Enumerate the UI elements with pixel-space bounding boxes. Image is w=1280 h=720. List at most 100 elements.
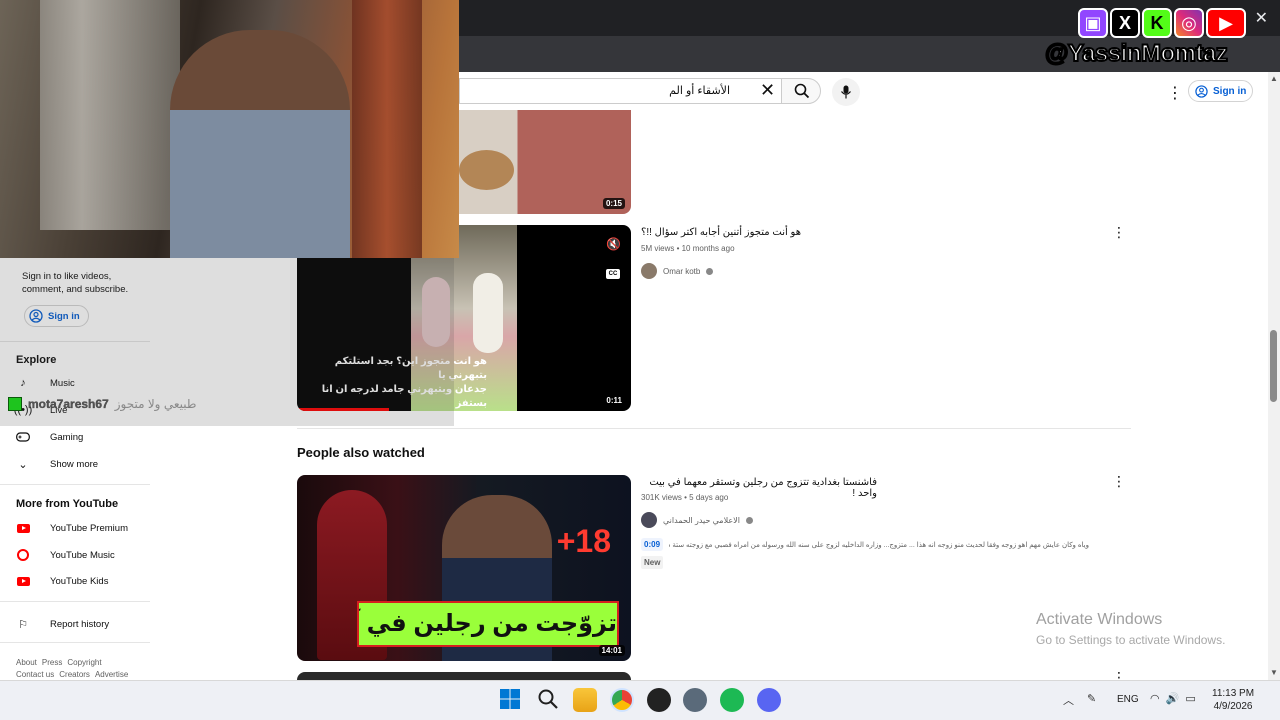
scroll-down-icon[interactable]: ▼ — [1270, 668, 1278, 677]
twitch-icon: ▣ — [1078, 8, 1108, 38]
windows-start-icon[interactable] — [499, 688, 523, 712]
tray-status[interactable]: ◠ 🔊 ▭ — [1150, 692, 1196, 705]
search-icon[interactable] — [537, 688, 561, 712]
flag-icon: ⚐ — [18, 618, 28, 631]
chapter-snippet-row[interactable]: 0:09 وياه وكان عايش مهم اهو زوجه وفقا لح… — [641, 538, 1089, 551]
sidebar-item-show-more[interactable]: ⌄ Show more — [16, 457, 98, 471]
chrome-icon[interactable] — [610, 688, 634, 712]
clear-search-icon[interactable]: ✕ — [760, 80, 775, 101]
settings-gear-icon[interactable] — [683, 688, 707, 712]
webcam-curtain-background — [352, 0, 422, 258]
video-snippet: وياه وكان عايش مهم اهو زوجه وفقا لحديث م… — [669, 541, 1090, 549]
search-button[interactable] — [781, 78, 821, 104]
youtube-music-icon — [16, 548, 30, 562]
system-clock[interactable]: 11:13 PM 4/9/2026 — [1212, 687, 1254, 713]
footer-link-about[interactable]: About — [16, 658, 37, 667]
wifi-icon: ◠ — [1150, 693, 1160, 705]
file-explorer-icon[interactable] — [573, 688, 597, 712]
kick-icon: K — [1142, 8, 1172, 38]
close-icon[interactable]: ✕ — [1255, 8, 1268, 28]
pen-input-icon[interactable]: ✎ — [1087, 692, 1096, 705]
x-icon: X — [1110, 8, 1140, 38]
video-duration: 14:01 — [598, 645, 625, 656]
more-heading: More from YouTube — [16, 498, 119, 510]
video-duration: 0:11 — [603, 395, 625, 406]
spotify-icon[interactable] — [720, 688, 744, 712]
sidebar-item-label: YouTube Music — [50, 549, 115, 561]
chat-text: طبيعي ولا متجوز — [114, 397, 197, 411]
channel-row[interactable]: الاعلامي حيدر الحمداني — [641, 512, 753, 528]
sidebar-item-youtube-music[interactable]: YouTube Music — [16, 548, 115, 562]
obs-icon[interactable] — [647, 688, 671, 712]
sidebar-item-youtube-kids[interactable]: YouTube Kids — [16, 574, 108, 588]
search-query-text: الأشقاء أو الم — [669, 85, 730, 97]
settings-menu-icon[interactable]: ⋮ — [1167, 83, 1183, 103]
signin-label: Sign in — [1213, 85, 1247, 97]
instagram-icon: ◎ — [1174, 8, 1204, 38]
sidebar-divider — [0, 642, 150, 643]
search-icon — [794, 83, 810, 99]
video-duration: 0:15 — [602, 198, 625, 209]
clock-time: 11:13 PM — [1212, 688, 1255, 699]
sidebar-divider — [0, 484, 150, 485]
social-icons: ▣ X K ◎ ▶ — [1078, 8, 1246, 38]
video-thumbnail[interactable]: +18 تزوّجت من رجلين في آنٍ واحد 14:01 — [297, 475, 631, 661]
microphone-icon — [841, 85, 851, 99]
volume-icon: 🔊 — [1165, 693, 1180, 705]
sidebar-item-youtube-premium[interactable]: YouTube Premium — [16, 521, 128, 535]
webcam-window-background — [40, 0, 180, 230]
footer-link-press[interactable]: Press — [42, 658, 62, 667]
streamer-figure — [170, 30, 350, 258]
channel-name[interactable]: الاعلامي حيدر الحمداني — [663, 516, 740, 525]
timestamp-chip[interactable]: 0:09 — [641, 538, 664, 551]
muted-icon[interactable]: 🔇 — [606, 237, 621, 251]
signin-button[interactable]: Sign in — [1188, 80, 1254, 102]
thumbnail-tag: +18 — [556, 523, 611, 559]
verified-icon — [745, 516, 753, 524]
avatar[interactable] — [641, 512, 657, 528]
footer-link-advertise[interactable]: Advertise — [95, 670, 128, 679]
footer-links: About Press Copyright — [16, 658, 102, 667]
tray-chevron-icon[interactable]: ︿ — [1063, 692, 1074, 708]
video-menu-icon[interactable]: ⋮ — [1112, 669, 1126, 680]
discord-icon[interactable] — [757, 688, 781, 712]
channel-row[interactable]: Omar kotb — [641, 263, 714, 279]
footer-link-copyright[interactable]: Copyright — [67, 658, 101, 667]
chevron-down-icon: ⌄ — [18, 458, 28, 471]
scroll-up-icon[interactable]: ▲ — [1270, 74, 1278, 83]
sidebar-item-label: Gaming — [50, 431, 84, 443]
section-divider — [297, 428, 1131, 429]
voice-search-button[interactable] — [832, 78, 860, 106]
youtube-kids-icon — [16, 574, 30, 588]
video-thumbnail[interactable]: 0:15 — [459, 110, 631, 214]
channel-name[interactable]: Omar kotb — [663, 267, 700, 276]
thumbnail-overlay-text: تزوّجت من رجلين في آنٍ واحد — [357, 601, 619, 647]
streamer-handle: @YassinMomtaz — [1044, 39, 1229, 68]
sidebar-item-gaming[interactable]: Gaming — [16, 430, 83, 444]
video-menu-icon[interactable]: ⋮ — [1112, 473, 1126, 490]
footer-links: Contact us Creators Advertise — [16, 670, 128, 679]
sidebar-item-report-history[interactable]: ⚐ Report history — [16, 617, 109, 631]
video-thumbnail[interactable] — [297, 672, 631, 680]
battery-icon: ▭ — [1185, 693, 1196, 705]
new-badge: New — [641, 556, 664, 569]
verified-icon — [706, 267, 714, 275]
avatar[interactable] — [641, 263, 657, 279]
sidebar-item-label: YouTube Kids — [50, 575, 109, 587]
kick-badge-icon — [8, 397, 22, 411]
footer-link-creators[interactable]: Creators — [59, 670, 90, 679]
youtube-premium-icon — [16, 521, 30, 535]
language-indicator[interactable]: ENG — [1117, 694, 1139, 705]
youtube-icon: ▶ — [1206, 8, 1246, 38]
footer-link-contact[interactable]: Contact us — [16, 670, 54, 679]
scrollbar-thumb[interactable] — [1270, 330, 1277, 402]
video-menu-icon[interactable]: ⋮ — [1112, 224, 1126, 241]
chat-username: mota7aresh67 — [28, 397, 109, 411]
chat-message: mota7aresh67 طبيعي ولا متجوز — [8, 397, 196, 411]
video-title[interactable]: هو أنت متجوز أتنين أجابه اكتر سؤال !!؟ — [641, 227, 801, 238]
sidebar-item-label: Report history — [50, 618, 110, 630]
sidebar-divider — [0, 601, 150, 602]
sidebar-item-label: Show more — [50, 458, 99, 470]
captions-icon[interactable]: CC — [606, 269, 620, 279]
activate-windows-title: Activate Windows — [1036, 611, 1163, 628]
